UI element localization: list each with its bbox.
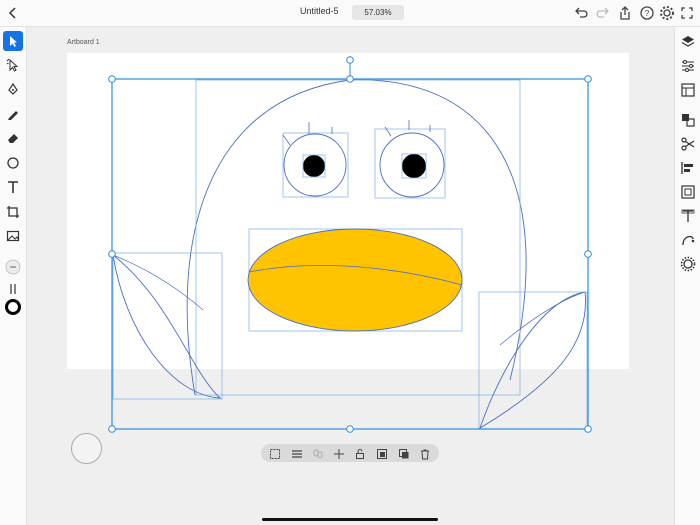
libraries-icon[interactable] xyxy=(679,81,697,99)
path-icon[interactable] xyxy=(679,231,697,249)
resize-handle-w[interactable] xyxy=(108,250,116,258)
arrange-icon[interactable] xyxy=(679,111,697,129)
more-icon[interactable] xyxy=(3,257,23,277)
svg-text:?: ? xyxy=(645,9,650,18)
left-pupil[interactable] xyxy=(303,155,325,177)
left-toolbar xyxy=(0,27,27,525)
stroke-icon[interactable] xyxy=(3,297,23,317)
beak[interactable] xyxy=(247,228,463,332)
move-icon[interactable] xyxy=(333,447,345,459)
mask-icon[interactable] xyxy=(376,447,388,459)
direct-select-icon[interactable] xyxy=(3,55,23,75)
resize-handle-se[interactable] xyxy=(584,425,592,433)
delete-icon[interactable] xyxy=(419,447,431,460)
resize-handle-s[interactable] xyxy=(346,425,354,433)
rotate-handle[interactable] xyxy=(346,56,354,64)
fullscreen-icon[interactable] xyxy=(678,4,696,22)
home-indicator xyxy=(262,518,438,521)
resize-handle-nw[interactable] xyxy=(108,75,116,83)
text-icon[interactable] xyxy=(3,177,23,197)
scissors-icon[interactable] xyxy=(679,135,697,153)
pencil-icon[interactable] xyxy=(3,104,23,124)
link-icon[interactable] xyxy=(312,447,324,459)
shape-icon[interactable] xyxy=(3,153,23,173)
pen-icon[interactable] xyxy=(3,79,23,99)
share-icon[interactable] xyxy=(616,4,634,22)
menu-icon[interactable] xyxy=(291,447,303,459)
lock-icon[interactable] xyxy=(354,447,366,459)
resize-handle-n[interactable] xyxy=(346,75,354,83)
swap-icon[interactable] xyxy=(3,279,23,299)
context-bar xyxy=(261,444,439,462)
redo-icon[interactable] xyxy=(594,4,612,22)
resize-handle-e[interactable] xyxy=(584,250,592,258)
eraser-icon[interactable] xyxy=(3,128,23,148)
duplicate-icon[interactable] xyxy=(398,447,410,459)
align-icon[interactable] xyxy=(679,159,697,177)
zoom-level[interactable]: 57.03% xyxy=(352,5,404,20)
resize-handle-ne[interactable] xyxy=(584,75,592,83)
top-bar: Untitled-5 57.03% ? xyxy=(0,0,700,27)
right-toolbar xyxy=(674,27,700,525)
effects-icon[interactable] xyxy=(679,255,697,273)
layers-icon[interactable] xyxy=(679,33,697,51)
transform-icon[interactable] xyxy=(679,183,697,201)
undo-icon[interactable] xyxy=(572,4,590,22)
gear-icon[interactable] xyxy=(658,4,676,22)
type-icon[interactable] xyxy=(679,207,697,225)
chevron-left-icon[interactable] xyxy=(4,4,22,22)
artboard-label[interactable]: Artboard 1 xyxy=(67,39,100,46)
right-pupil[interactable] xyxy=(402,154,426,178)
crop-icon[interactable] xyxy=(3,202,23,222)
image-icon[interactable] xyxy=(3,226,23,246)
select-icon[interactable] xyxy=(3,31,23,51)
document-title[interactable]: Untitled-5 xyxy=(300,6,339,16)
select-all-icon[interactable] xyxy=(269,447,281,459)
resize-handle-sw[interactable] xyxy=(108,425,116,433)
touch-shortcut-button[interactable] xyxy=(71,433,102,464)
properties-icon[interactable] xyxy=(679,57,697,75)
help-icon[interactable]: ? xyxy=(638,4,656,22)
